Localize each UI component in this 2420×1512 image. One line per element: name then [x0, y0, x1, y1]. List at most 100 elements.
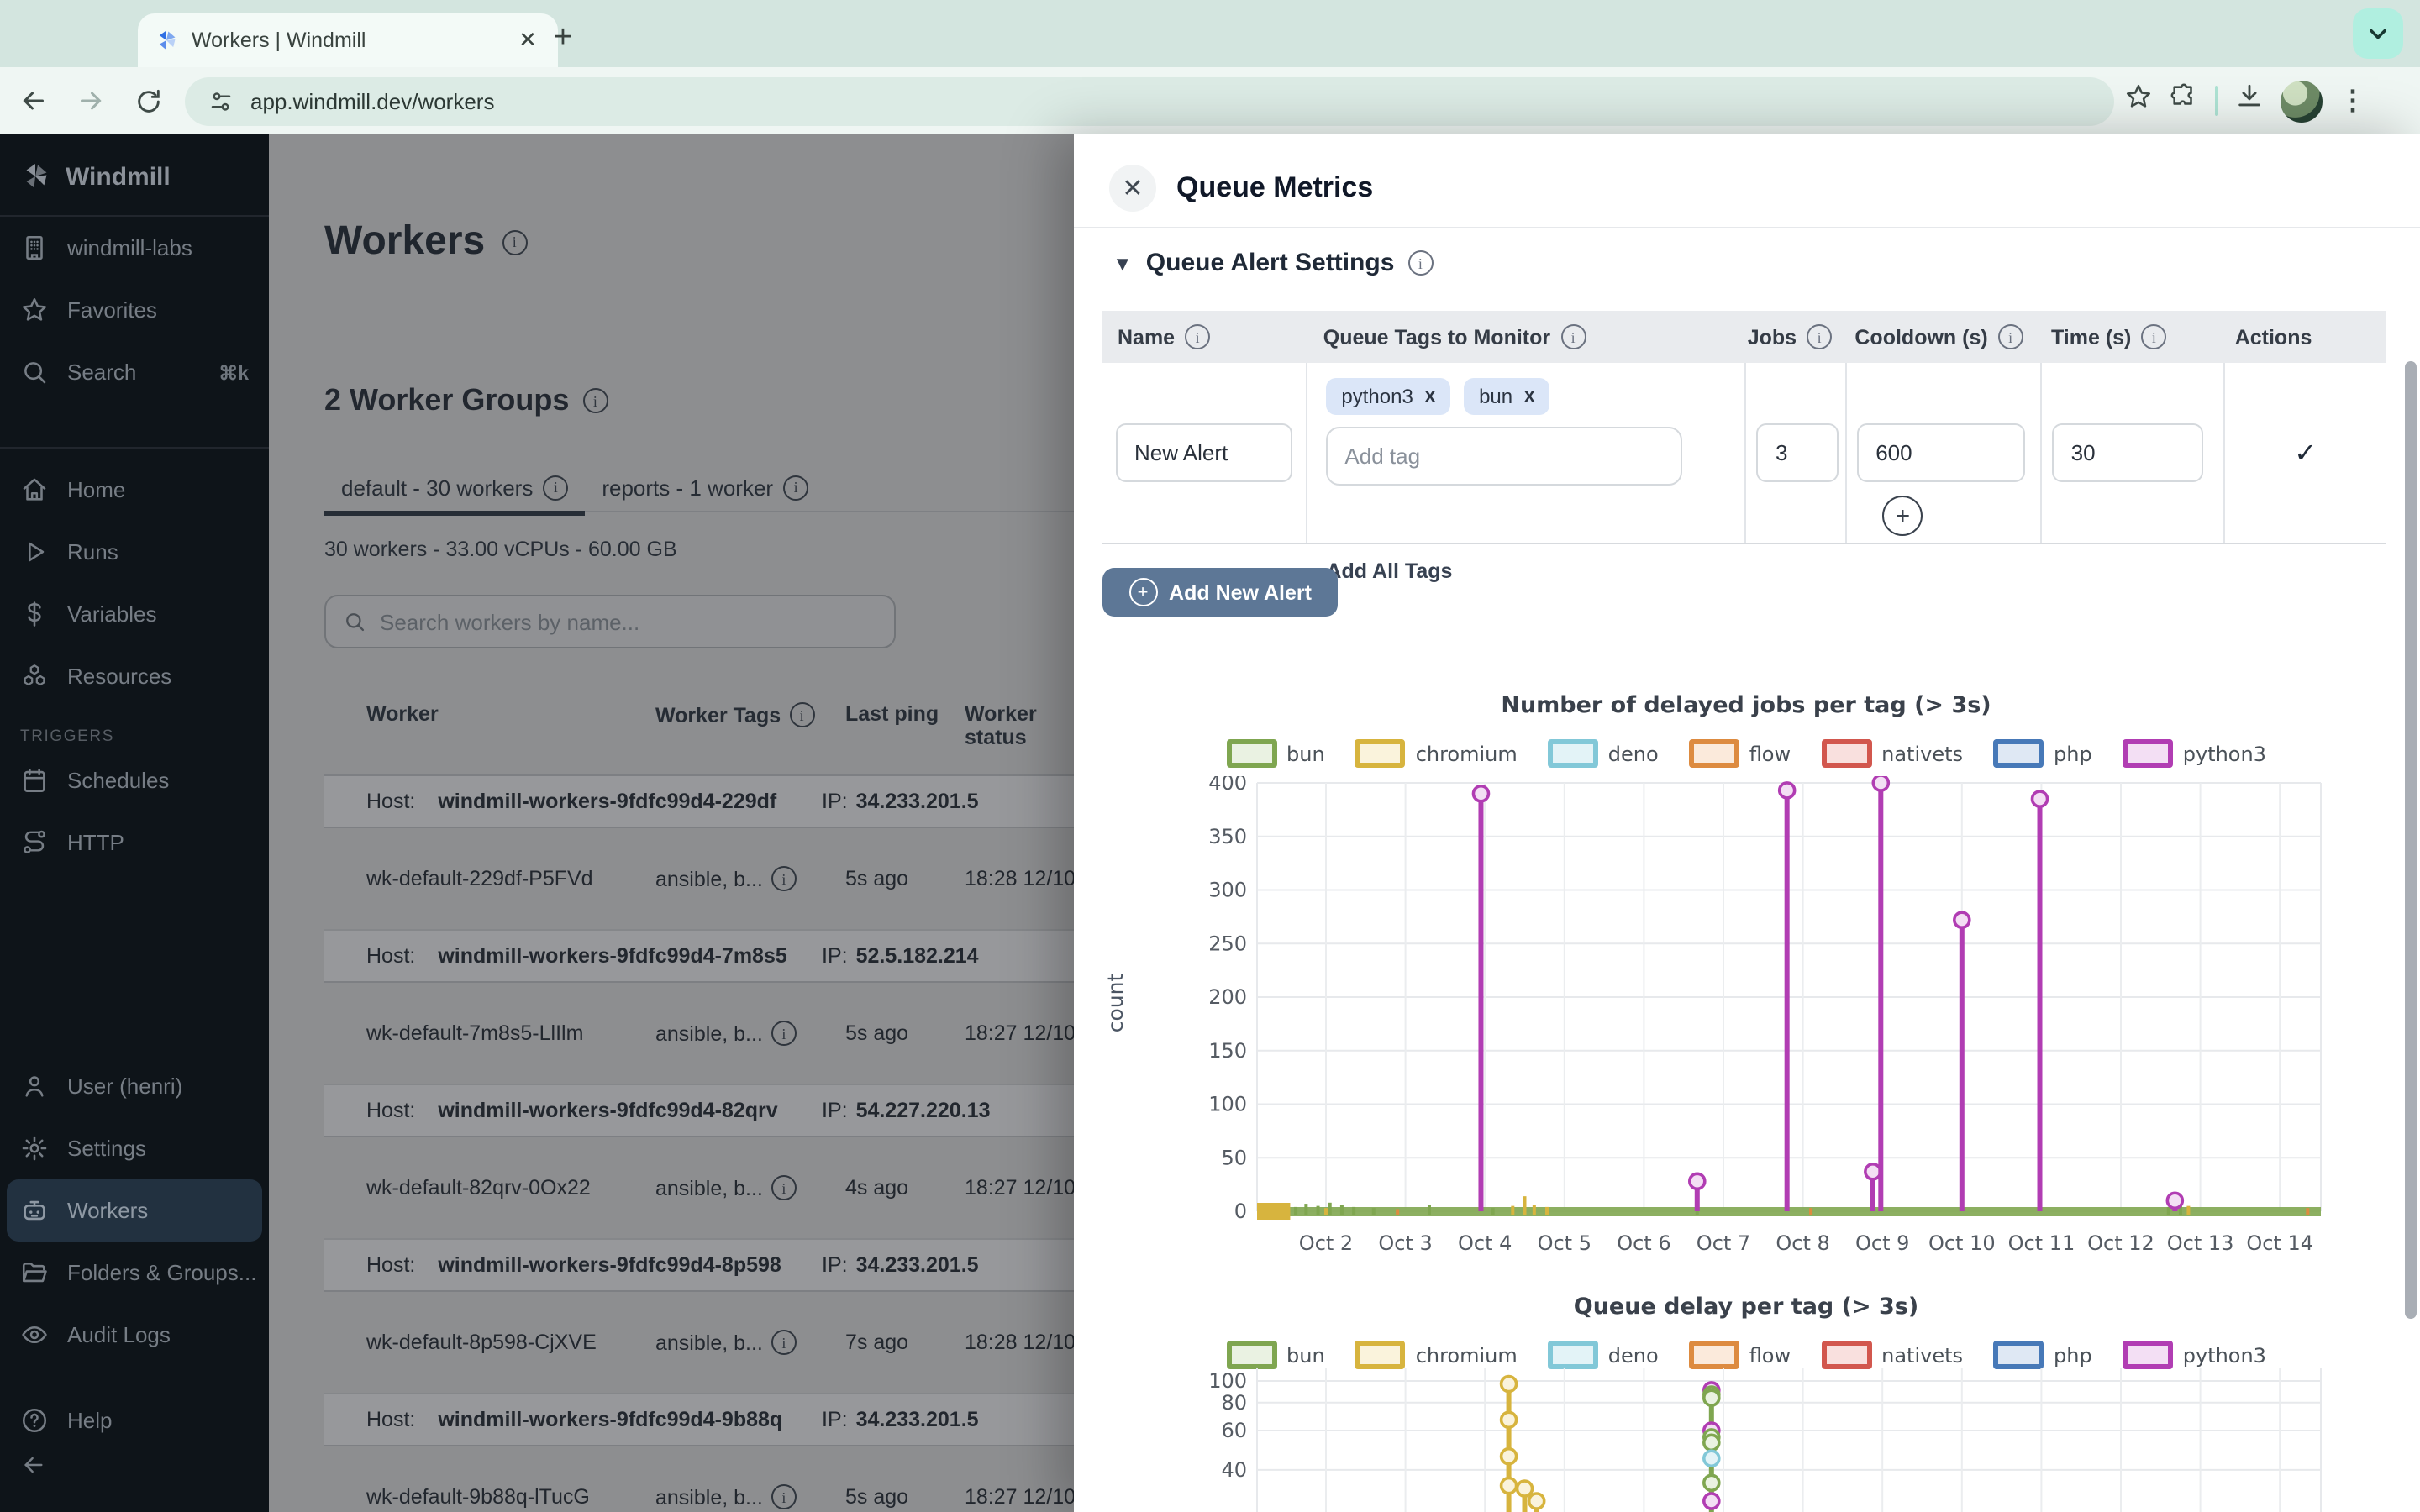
tab-search-button[interactable] [2353, 8, 2403, 59]
legend-item-deno[interactable]: deno [1548, 1341, 1659, 1369]
legend-item-bun[interactable]: bun [1226, 739, 1325, 768]
legend-item-bun[interactable]: bun [1226, 1341, 1325, 1369]
sidebar-item-runs[interactable]: Runs [0, 521, 269, 583]
menu-kebab-icon[interactable]: ⋮ [2339, 84, 2366, 118]
alert-name-input[interactable]: New Alert [1116, 423, 1292, 482]
svg-text:100: 100 [1208, 1093, 1247, 1116]
legend-item-flow[interactable]: flow [1689, 739, 1791, 768]
svg-text:count: count [1103, 974, 1128, 1033]
reload-button[interactable] [124, 77, 171, 124]
sidebar-item-windmill-labs[interactable]: windmill-labs [0, 217, 269, 279]
collapse-sidebar-button[interactable] [0, 1452, 269, 1495]
profile-avatar[interactable] [2281, 80, 2323, 122]
sidebar-item-favorites[interactable]: Favorites [0, 279, 269, 341]
sidebar-item-http[interactable]: HTTP [0, 811, 269, 874]
forward-button[interactable] [67, 77, 114, 124]
sidebar-item-help[interactable]: Help [0, 1389, 269, 1452]
legend-item-python3[interactable]: python3 [2123, 739, 2266, 768]
table-row-host: Host: windmill-workers-9fdfc99d4-229dfIP… [324, 776, 1074, 828]
worker-name: wk-default-8p598-CjXVE [366, 1331, 597, 1354]
sidebar-item-user-henri[interactable]: User (henri) [0, 1055, 269, 1117]
table-row-host: Host: windmill-workers-9fdfc99d4-7m8s5IP… [324, 931, 1074, 983]
svg-text:350: 350 [1208, 825, 1247, 848]
add-new-alert-button[interactable]: + Add New Alert [1102, 568, 1338, 617]
close-drawer-button[interactable]: ✕ [1109, 165, 1156, 212]
alert-settings-table: NameiQueue Tags to MonitoriJobsiCooldown… [1102, 311, 2386, 544]
info-icon[interactable]: i [771, 1021, 797, 1046]
info-icon[interactable]: i [502, 229, 527, 255]
table-row-worker: wk-default-8p598-CjXVEansible, b...i7s a… [324, 1292, 1074, 1394]
sidebar-item-label: Resources [67, 664, 171, 689]
queue-alert-settings-header[interactable]: ▼ Queue Alert Settings i [1113, 249, 1433, 277]
toolbar-separator [2215, 86, 2218, 116]
legend-item-chromium[interactable]: chromium [1355, 739, 1518, 768]
legend-item-chromium[interactable]: chromium [1355, 1341, 1518, 1369]
legend-item-flow[interactable]: flow [1689, 1341, 1791, 1369]
worker-group-tab-1[interactable]: reports - 1 workeri [585, 464, 825, 511]
sidebar-item-settings[interactable]: Settings [0, 1117, 269, 1179]
svg-text:Oct 10: Oct 10 [1928, 1231, 1996, 1255]
info-icon[interactable]: i [1807, 324, 1832, 349]
legend-item-deno[interactable]: deno [1548, 739, 1659, 768]
legend-item-python3[interactable]: python3 [2123, 1341, 2266, 1369]
sidebar-item-schedules[interactable]: Schedules [0, 749, 269, 811]
info-icon[interactable]: i [783, 475, 808, 500]
remove-tag-icon[interactable]: x [1425, 386, 1435, 407]
legend-label: chromium [1416, 1343, 1518, 1367]
legend-item-php[interactable]: php [1993, 1341, 2092, 1369]
add-all-tags-link[interactable]: Add All Tags [1326, 559, 1452, 583]
add-tag-input[interactable]: Add tag [1326, 427, 1682, 486]
svg-text:Oct 12: Oct 12 [2087, 1231, 2154, 1255]
remove-tag-icon[interactable]: x [1524, 386, 1534, 407]
worker-name: wk-default-82qrv-0Ox22 [366, 1176, 591, 1200]
confirm-check-icon[interactable]: ✓ [2294, 436, 2317, 470]
jobs-input[interactable]: 3 [1757, 423, 1839, 482]
legend-item-php[interactable]: php [1993, 739, 2092, 768]
sidebar-item-search[interactable]: Search⌘k [0, 341, 269, 403]
info-icon[interactable]: i [771, 1175, 797, 1200]
info-icon[interactable]: i [771, 866, 797, 891]
back-button[interactable] [10, 77, 57, 124]
info-icon[interactable]: i [582, 388, 608, 413]
svg-text:Oct 5: Oct 5 [1538, 1231, 1591, 1255]
help-icon [20, 1406, 49, 1435]
search-workers-input[interactable]: Search workers by name... [324, 595, 896, 648]
info-icon[interactable]: i [771, 1484, 797, 1509]
sidebar-item-audit-logs[interactable]: Audit Logs [0, 1304, 269, 1366]
time-input[interactable]: 30 [2053, 423, 2204, 482]
legend-item-nativets[interactable]: nativets [1821, 739, 1963, 768]
worker-group-tab-0[interactable]: default - 30 workersi [324, 464, 585, 516]
windmill-logo[interactable]: Windmill [0, 134, 269, 217]
tab-close-icon[interactable]: ✕ [514, 27, 541, 54]
info-icon[interactable]: i [1407, 250, 1433, 276]
sidebar-item-folders-groups[interactable]: Folders & Groups... [0, 1242, 269, 1304]
tag-pill-python3[interactable]: python3x [1326, 378, 1450, 415]
logo-label: Windmill [66, 162, 171, 191]
drawer-scrollbar[interactable] [2405, 361, 2417, 1319]
browser-tab[interactable]: Workers | Windmill ✕ [138, 13, 558, 67]
url-text: app.windmill.dev/workers [250, 88, 494, 113]
sidebar-item-resources[interactable]: Resources [0, 645, 269, 707]
info-icon[interactable]: i [1560, 324, 1586, 349]
sidebar-item-workers[interactable]: Workers [7, 1179, 262, 1242]
info-icon[interactable]: i [1185, 324, 1210, 349]
info-icon[interactable]: i [771, 1330, 797, 1355]
info-icon[interactable]: i [1998, 324, 2023, 349]
workers-table: Worker Worker Tagsi Last ping Worker sta… [324, 682, 1074, 1512]
new-tab-button[interactable]: + [541, 17, 585, 60]
alert-actions-cell: ✓ [2224, 363, 2386, 543]
sidebar-item-variables[interactable]: Variables [0, 583, 269, 645]
info-icon[interactable]: i [2141, 324, 2166, 349]
sidebar-item-label: Folders & Groups... [67, 1260, 256, 1285]
info-icon[interactable]: i [543, 475, 568, 500]
address-bar[interactable]: app.windmill.dev/workers [185, 76, 2114, 125]
worker-started: 18:27 12/10 [965, 1485, 1074, 1509]
downloads-icon[interactable] [2235, 82, 2264, 119]
table-row-worker: wk-default-7m8s5-LlIlmansible, b...i5s a… [324, 983, 1074, 1085]
cooldown-input[interactable]: 600 [1857, 423, 2025, 482]
legend-item-nativets[interactable]: nativets [1821, 1341, 1963, 1369]
sidebar-item-home[interactable]: Home [0, 459, 269, 521]
tag-pill-bun[interactable]: bunx [1464, 378, 1549, 415]
extensions-icon[interactable] [2170, 82, 2198, 119]
bookmark-star-icon[interactable] [2124, 82, 2153, 119]
